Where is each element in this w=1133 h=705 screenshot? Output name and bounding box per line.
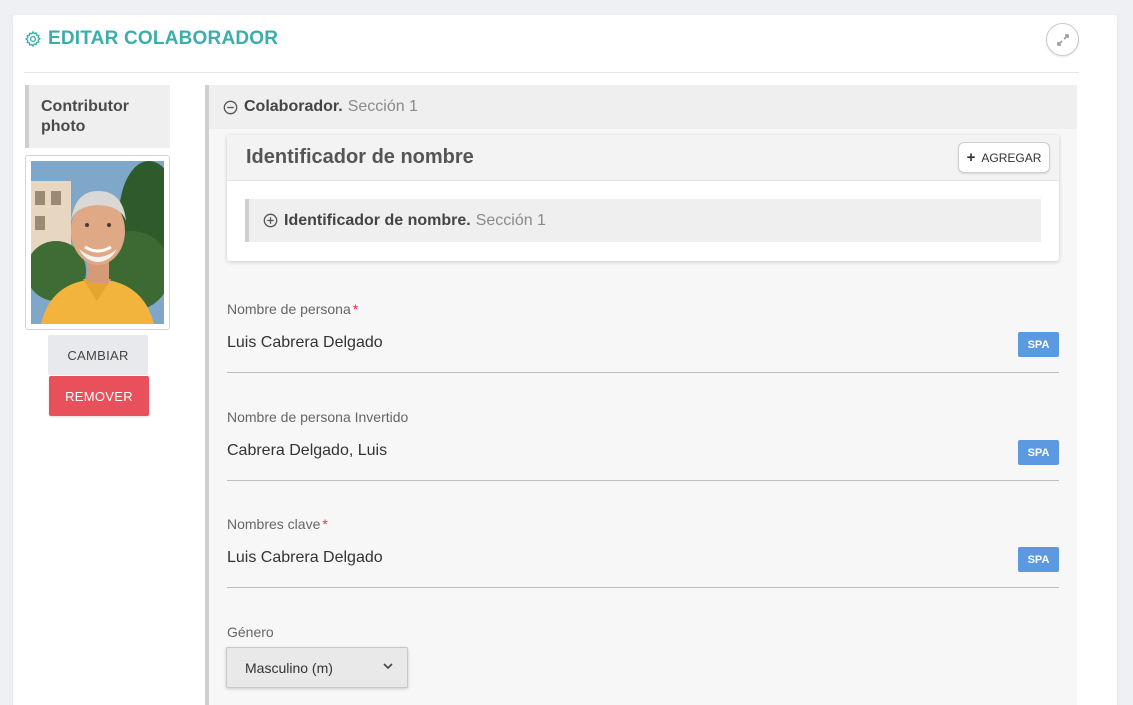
contributor-photo <box>25 155 170 330</box>
name-identifier-item[interactable]: Identificador de nombre. Sección 1 <box>245 199 1041 242</box>
keynames-field: Nombres clave * Luis Cabrera Delgado SPA <box>227 516 1059 588</box>
inverted-name-field: Nombre de persona Invertido Cabrera Delg… <box>227 409 1059 481</box>
section-subtitle: Sección 1 <box>347 98 418 115</box>
keynames-input[interactable]: Luis Cabrera Delgado SPA <box>227 546 1059 588</box>
person-name-input[interactable]: Luis Cabrera Delgado SPA <box>227 331 1059 373</box>
remove-photo-button[interactable]: REMOVER <box>49 376 149 416</box>
inverted-name-input[interactable]: Cabrera Delgado, Luis SPA <box>227 439 1059 481</box>
gender-select[interactable]: Masculino (m) <box>226 647 408 688</box>
contributor-photo-label: Contributor photo <box>25 85 170 148</box>
person-name-field: Nombre de persona * Luis Cabrera Delgado … <box>227 301 1059 373</box>
expand-plus-icon[interactable] <box>263 213 278 228</box>
language-badge[interactable]: SPA <box>1018 440 1059 465</box>
inverted-name-value: Cabrera Delgado, Luis <box>227 442 388 459</box>
language-badge[interactable]: SPA <box>1018 547 1059 572</box>
gear-icon <box>24 30 42 48</box>
name-identifier-card: Identificador de nombre + AGREGAR Identi… <box>227 135 1059 261</box>
contributor-photo-image <box>31 161 164 324</box>
person-name-label: Nombre de persona * <box>227 301 359 317</box>
gender-selected-value: Masculino (m) <box>245 659 333 676</box>
collapse-icon[interactable] <box>223 100 238 115</box>
language-badge[interactable]: SPA <box>1018 332 1059 357</box>
change-photo-button[interactable]: CAMBIAR <box>48 335 148 375</box>
name-identifier-title: Identificador de nombre <box>246 146 474 168</box>
page-title: EDITAR COLABORADOR <box>48 28 279 49</box>
header-divider <box>24 72 1079 73</box>
inverted-name-label: Nombre de persona Invertido <box>227 409 409 425</box>
add-identifier-label: AGREGAR <box>981 150 1042 165</box>
keynames-label: Nombres clave * <box>227 516 328 532</box>
plus-icon: + <box>966 149 976 166</box>
collaborator-section-header[interactable]: Colaborador. Sección 1 <box>209 85 1077 129</box>
add-identifier-button[interactable]: + AGREGAR <box>958 142 1050 173</box>
gender-label: Género <box>227 624 274 640</box>
name-identifier-item-title: Identificador de nombre. <box>284 211 471 229</box>
collaborator-section: Colaborador. Sección 1 Identificador de … <box>205 85 1077 705</box>
section-title: Colaborador. <box>244 98 343 115</box>
name-identifier-header: Identificador de nombre <box>227 135 1059 181</box>
page-header: EDITAR COLABORADOR <box>24 28 278 50</box>
chevron-down-icon <box>383 663 393 670</box>
expand-button[interactable] <box>1046 23 1079 56</box>
name-identifier-item-subtitle: Sección 1 <box>475 211 546 229</box>
keynames-value: Luis Cabrera Delgado <box>227 549 383 566</box>
person-name-value: Luis Cabrera Delgado <box>227 334 383 351</box>
expand-icon <box>1056 33 1069 46</box>
